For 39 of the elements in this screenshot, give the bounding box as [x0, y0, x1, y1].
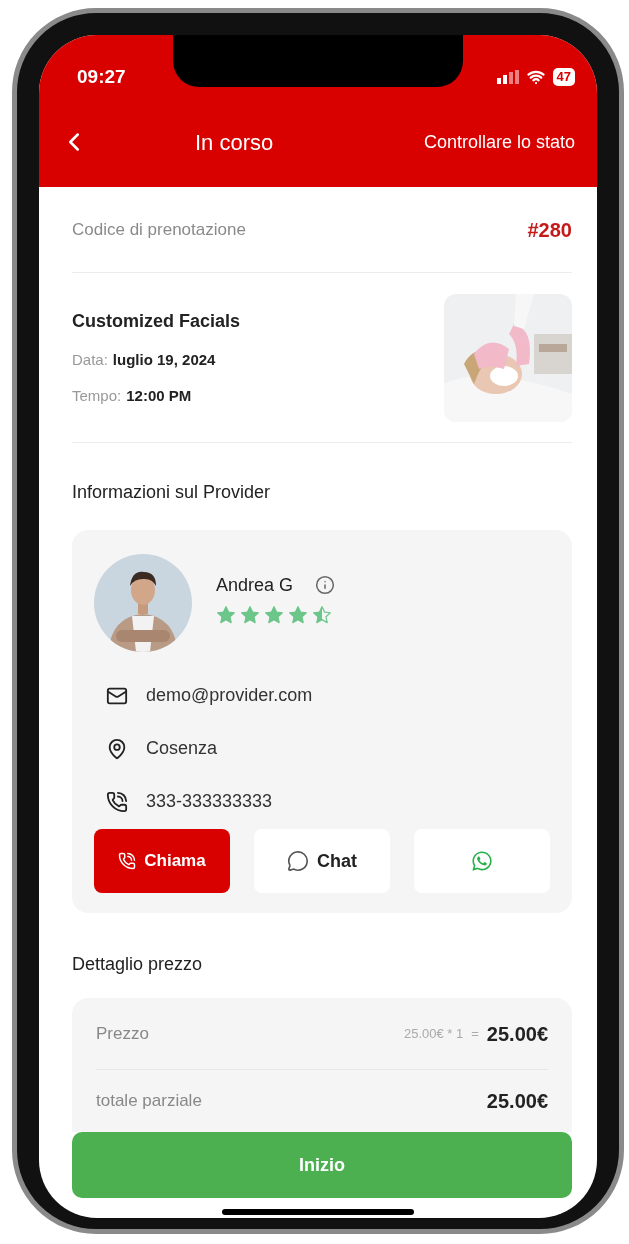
field-label: Data: — [72, 349, 108, 370]
whatsapp-icon — [471, 850, 493, 872]
contact-text: demo@provider.com — [146, 684, 313, 707]
phone-icon — [106, 790, 128, 813]
price-label: Prezzo — [96, 1022, 149, 1045]
price-label: totale parziale — [96, 1090, 202, 1113]
price-amount: 25.00€ — [486, 1089, 548, 1114]
page-title: In corso — [195, 128, 274, 157]
field-value: luglio 19, 2024 — [112, 349, 216, 370]
star-icon — [264, 604, 284, 625]
chat-button[interactable]: Chat — [254, 829, 390, 893]
call-button[interactable]: Chiama — [94, 829, 230, 893]
signal-icon — [496, 70, 519, 85]
field-label: Tempo: — [72, 386, 122, 406]
location-pin-icon — [106, 737, 128, 760]
service-name: Customized Facials — [72, 309, 241, 333]
booking-code-label: Codice di prenotazione — [72, 218, 246, 241]
half-star-icon — [312, 604, 332, 625]
wifi-icon — [526, 68, 545, 87]
field-value: 12:00 PM — [126, 386, 192, 406]
status-time: 09:27 — [77, 65, 126, 89]
battery-level: 47 — [552, 68, 575, 87]
star-icon — [288, 604, 308, 625]
equals-sign: = — [471, 1024, 479, 1043]
price-calculation: 25.00€ * 1 — [403, 1024, 464, 1043]
section-title: Dettaglio prezzo — [72, 953, 204, 976]
info-icon[interactable] — [315, 575, 336, 595]
provider-name: Andrea G — [216, 573, 294, 597]
phone-icon — [118, 852, 137, 870]
chat-bubble-icon — [287, 850, 309, 872]
booking-code: #280 — [527, 217, 572, 243]
contact-text: Cosenza — [146, 737, 218, 760]
section-title: Informazioni sul Provider — [72, 481, 272, 504]
star-icon — [240, 604, 260, 625]
star-icon — [216, 604, 236, 625]
check-status-link[interactable]: Controllare lo stato — [423, 128, 575, 156]
price-amount: 25.00€ — [486, 1021, 548, 1047]
start-button[interactable]: Inizio — [72, 1132, 572, 1198]
contact-text: 333-333333333 — [146, 790, 273, 813]
